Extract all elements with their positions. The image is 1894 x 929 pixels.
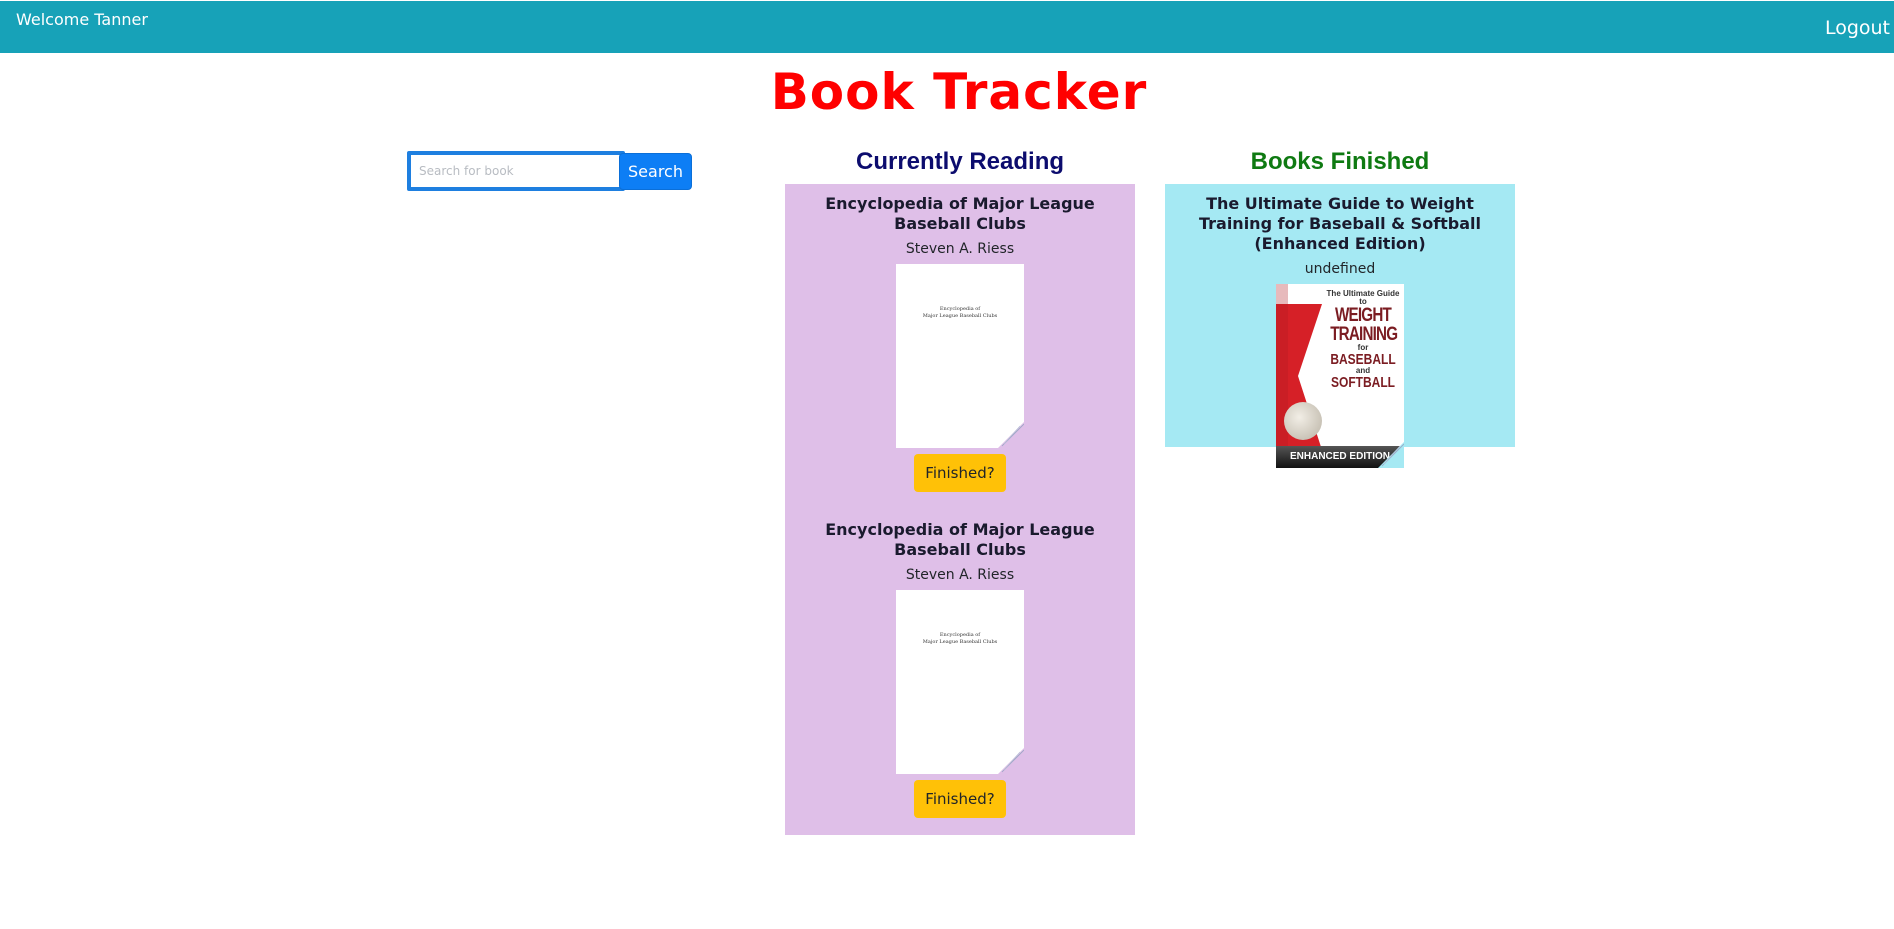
book-author: Steven A. Riess [905, 567, 1015, 583]
book-card: Encyclopedia of Major League Baseball Cl… [785, 184, 1135, 492]
logout-link[interactable]: Logout [1825, 17, 1890, 39]
cover-text-line: WEIGHT [1335, 305, 1392, 326]
cover-text-line: SOFTBALL [1331, 374, 1395, 391]
cover-text-line: TRAINING [1330, 324, 1398, 345]
books-finished-heading: Books Finished [1250, 148, 1430, 175]
baseball-image [1284, 402, 1322, 440]
book-card: Encyclopedia of Major League Baseball Cl… [785, 510, 1135, 818]
page-curl-icon [998, 422, 1024, 448]
book-title: Encyclopedia of Major League Baseball Cl… [825, 194, 1095, 233]
cover-red-chevron [1276, 284, 1322, 468]
app-title: Book Tracker [770, 63, 1148, 121]
cover-text-line: BASEBALL [1330, 351, 1396, 368]
cover-text-line: Major League Baseball Clubs [922, 313, 998, 319]
search-button[interactable]: Search [619, 153, 692, 190]
book-cover-image: Encyclopedia of Major League Baseball Cl… [896, 264, 1024, 448]
book-cover-image: The Ultimate Guide to WEIGHT TRAINING fo… [1276, 284, 1404, 468]
search-input[interactable] [407, 151, 625, 191]
currently-reading-heading: Currently Reading [855, 148, 1065, 175]
book-card: The Ultimate Guide to Weight Training fo… [1165, 184, 1515, 468]
book-cover-image: Encyclopedia of Major League Baseball Cl… [896, 590, 1024, 774]
book-author: undefined [1304, 261, 1376, 277]
books-finished-list: The Ultimate Guide to Weight Training fo… [1165, 184, 1515, 468]
book-title: Encyclopedia of Major League Baseball Cl… [825, 520, 1095, 559]
page-curl-icon [998, 748, 1024, 774]
currently-reading-list: Encyclopedia of Major League Baseball Cl… [785, 184, 1135, 835]
cover-text-line: Encyclopedia of [939, 632, 981, 638]
welcome-message: Welcome Tanner [16, 10, 148, 29]
page-curl-icon [1378, 442, 1404, 468]
book-author: Steven A. Riess [905, 241, 1015, 257]
cover-text-line: Major League Baseball Clubs [922, 639, 998, 645]
cover-text-line: The Ultimate Guide to [1326, 289, 1400, 306]
top-navbar: Welcome Tanner Logout [0, 1, 1894, 53]
cover-text-line: Encyclopedia of [939, 306, 981, 312]
finished-button[interactable]: Finished? [914, 780, 1006, 818]
finished-button[interactable]: Finished? [914, 454, 1006, 492]
book-title: The Ultimate Guide to Weight Training fo… [1198, 194, 1482, 253]
